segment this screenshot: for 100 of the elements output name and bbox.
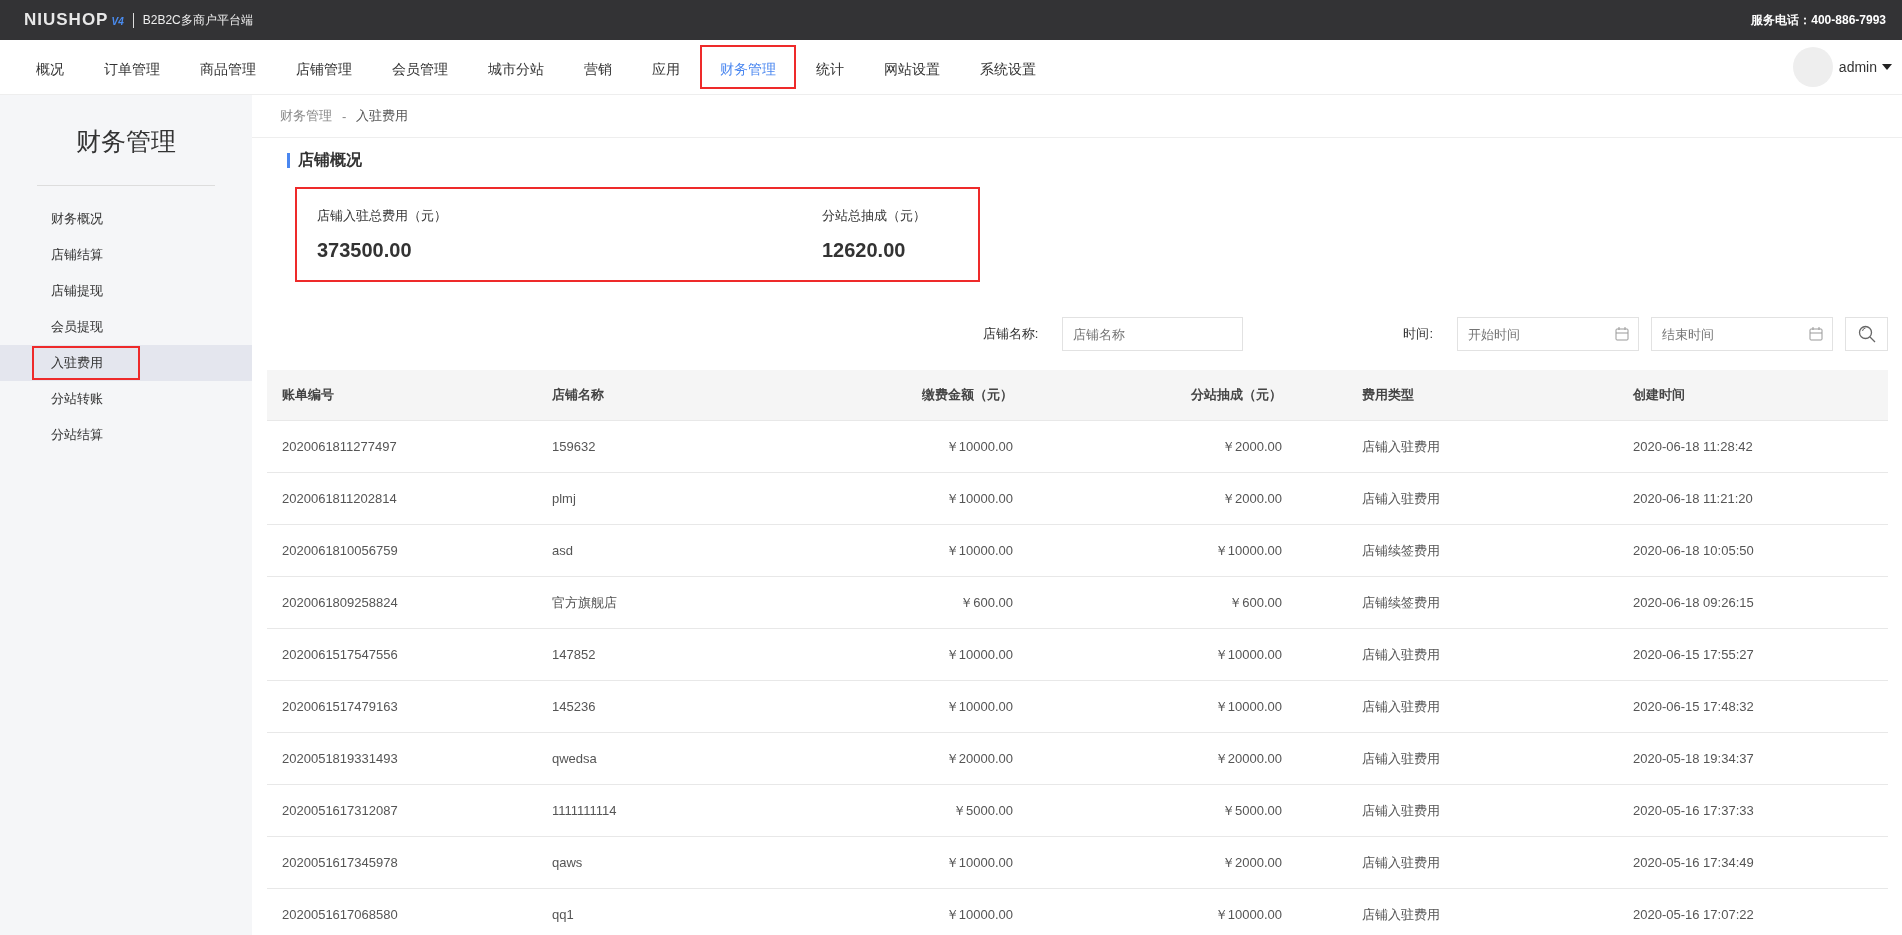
table-cell-text: ￥10000.00 xyxy=(944,489,1014,508)
table-cell-text: 2020-05-16 17:37:33 xyxy=(1632,803,1755,818)
table-cell-text: 店铺入驻费用 xyxy=(1361,489,1441,508)
table-cell-text: 2020061517547556 xyxy=(281,647,399,662)
sidebar-item[interactable]: 分站转账 xyxy=(32,382,140,416)
nav-tab[interactable]: 网站设置 xyxy=(864,45,960,89)
breadcrumb-current: 入驻费用 xyxy=(356,107,409,125)
stat-value: 373500.00 xyxy=(317,239,413,262)
caret-icon xyxy=(1882,64,1892,70)
nav-tab[interactable]: 统计 xyxy=(796,45,864,89)
table-cell-text: ￥600.00 xyxy=(959,593,1014,612)
table-cell-text: 店铺入驻费用 xyxy=(1361,645,1441,664)
user-menu[interactable]: admin xyxy=(1838,59,1892,75)
sidebar-item[interactable]: 分站结算 xyxy=(32,418,140,452)
table-cell-text: 官方旗舰店 xyxy=(551,593,618,612)
table-cell-text: 2020-06-18 09:26:15 xyxy=(1632,595,1755,610)
table-cell-text: ￥10000.00 xyxy=(1213,697,1283,716)
nav-tab[interactable]: 城市分站 xyxy=(468,45,564,89)
table-cell-text: 2020-06-18 11:21:20 xyxy=(1632,491,1754,506)
table-cell-text: ￥10000.00 xyxy=(944,697,1014,716)
nav-tab[interactable]: 财务管理 xyxy=(700,45,796,89)
nav-tab[interactable]: 店铺管理 xyxy=(276,45,372,89)
date-field[interactable]: 结束时间 xyxy=(1651,317,1833,351)
table-cell-text: ￥10000.00 xyxy=(944,905,1014,924)
date-field[interactable]: 开始时间 xyxy=(1457,317,1639,351)
table-cell-text: qaws xyxy=(551,855,584,870)
table-cell-text: 2020061811277497 xyxy=(281,439,398,454)
table-cell-text: 145236 xyxy=(551,699,597,714)
sidebar-item[interactable]: 会员提现 xyxy=(32,310,140,344)
table-cell-text: ￥2000.00 xyxy=(1221,853,1283,872)
stat-value: 12620.00 xyxy=(822,239,907,262)
nav-tab[interactable]: 订单管理 xyxy=(84,45,180,89)
table-cell-text: 2020061809258824 xyxy=(281,595,399,610)
nav-tab[interactable]: 营销 xyxy=(564,45,632,89)
table-cell-text: 159632 xyxy=(551,439,597,454)
table-cell-text: ￥10000.00 xyxy=(944,853,1014,872)
column-header: 分站抽成（元） xyxy=(1190,386,1283,404)
table-cell-text: ￥10000.00 xyxy=(1213,645,1283,664)
table-cell-text: ￥2000.00 xyxy=(1221,437,1283,456)
column-header: 缴费金额（元） xyxy=(921,386,1014,404)
table-cell-text: 2020-05-16 17:34:49 xyxy=(1632,855,1755,870)
table-cell-text: 1111111114 xyxy=(551,803,618,818)
calendar-icon xyxy=(1809,327,1823,341)
table-cell-text: 2020061811202814 xyxy=(281,491,398,506)
table-cell-text: 2020051617345978 xyxy=(281,855,399,870)
table-cell-text: 店铺入驻费用 xyxy=(1361,697,1441,716)
column-header: 店铺名称 xyxy=(551,386,605,404)
table-cell-text: 2020-06-15 17:55:27 xyxy=(1632,647,1755,662)
table-cell-text: ￥5000.00 xyxy=(1221,801,1283,820)
field-label: 店铺名称: xyxy=(982,325,1039,343)
table-cell-text: 147852 xyxy=(551,647,597,662)
table-cell-text: 店铺入驻费用 xyxy=(1361,801,1441,820)
breadcrumb-item[interactable]: - xyxy=(342,108,347,124)
store-name-field[interactable]: 店铺名称 xyxy=(1062,317,1244,351)
table-cell-text: ￥20000.00 xyxy=(944,749,1014,768)
table-cell-text: ￥600.00 xyxy=(1228,593,1283,612)
search-button[interactable] xyxy=(1845,317,1888,351)
calendar-icon xyxy=(1615,327,1629,341)
table-cell-text: 店铺入驻费用 xyxy=(1361,853,1441,872)
nav-tab[interactable]: 系统设置 xyxy=(960,45,1056,89)
section-title: 店铺概况 xyxy=(298,150,362,170)
table-cell-text: qq1 xyxy=(551,907,575,922)
breadcrumb-item[interactable]: 财务管理 xyxy=(280,107,332,125)
table-cell-text: 2020051819331493 xyxy=(281,751,399,766)
nav-tab[interactable]: 概况 xyxy=(16,45,84,89)
table-cell-text: 店铺续签费用 xyxy=(1361,593,1441,612)
sidebar-item[interactable]: 入驻费用 xyxy=(32,346,140,380)
table-cell-text: asd xyxy=(551,543,574,558)
table-cell-text: 2020051617312087 xyxy=(281,803,399,818)
sidebar-item[interactable]: 店铺结算 xyxy=(32,238,140,272)
sidebar-item[interactable]: 财务概况 xyxy=(32,202,140,236)
table-cell-text: 店铺入驻费用 xyxy=(1361,905,1441,924)
service-phone: 服务电话：400-886-7993 xyxy=(1751,11,1886,29)
search-icon xyxy=(1857,325,1876,343)
column-header: 账单编号 xyxy=(281,386,335,404)
field-label: 时间: xyxy=(1403,325,1433,343)
table-cell-text: ￥5000.00 xyxy=(952,801,1014,820)
table-cell-text: ￥10000.00 xyxy=(944,437,1014,456)
column-header: 费用类型 xyxy=(1361,386,1415,404)
stat-label: 分站总抽成（元） xyxy=(822,207,926,225)
table-cell-text: 2020-06-15 17:48:32 xyxy=(1632,699,1755,714)
sidebar-item[interactable]: 店铺提现 xyxy=(32,274,140,308)
table-cell-text: ￥10000.00 xyxy=(1213,541,1283,560)
table-cell-text: qwedsa xyxy=(551,751,598,766)
nav-tab[interactable]: 会员管理 xyxy=(372,45,468,89)
table-cell-text: plmj xyxy=(551,491,577,506)
table-cell-text: 2020061810056759 xyxy=(281,543,399,558)
table-cell-text: 店铺续签费用 xyxy=(1361,541,1441,560)
table-cell-text: 2020-05-16 17:07:22 xyxy=(1632,907,1755,922)
column-header: 创建时间 xyxy=(1632,386,1686,404)
platform-name: B2B2C多商户平台端 xyxy=(142,11,253,29)
table-cell-text: 2020-05-18 19:34:37 xyxy=(1632,751,1755,766)
table-cell-text: 2020-06-18 11:28:42 xyxy=(1632,439,1754,454)
table-cell-text: 2020061517479163 xyxy=(281,699,399,714)
table-cell-text: 2020-06-18 10:05:50 xyxy=(1632,543,1755,558)
logo: NIUSHOP V4 xyxy=(24,10,124,30)
nav-tab[interactable]: 商品管理 xyxy=(180,45,276,89)
table-cell-text: ￥20000.00 xyxy=(1213,749,1283,768)
table-cell-text: 2020051617068580 xyxy=(281,907,399,922)
nav-tab[interactable]: 应用 xyxy=(632,45,700,89)
